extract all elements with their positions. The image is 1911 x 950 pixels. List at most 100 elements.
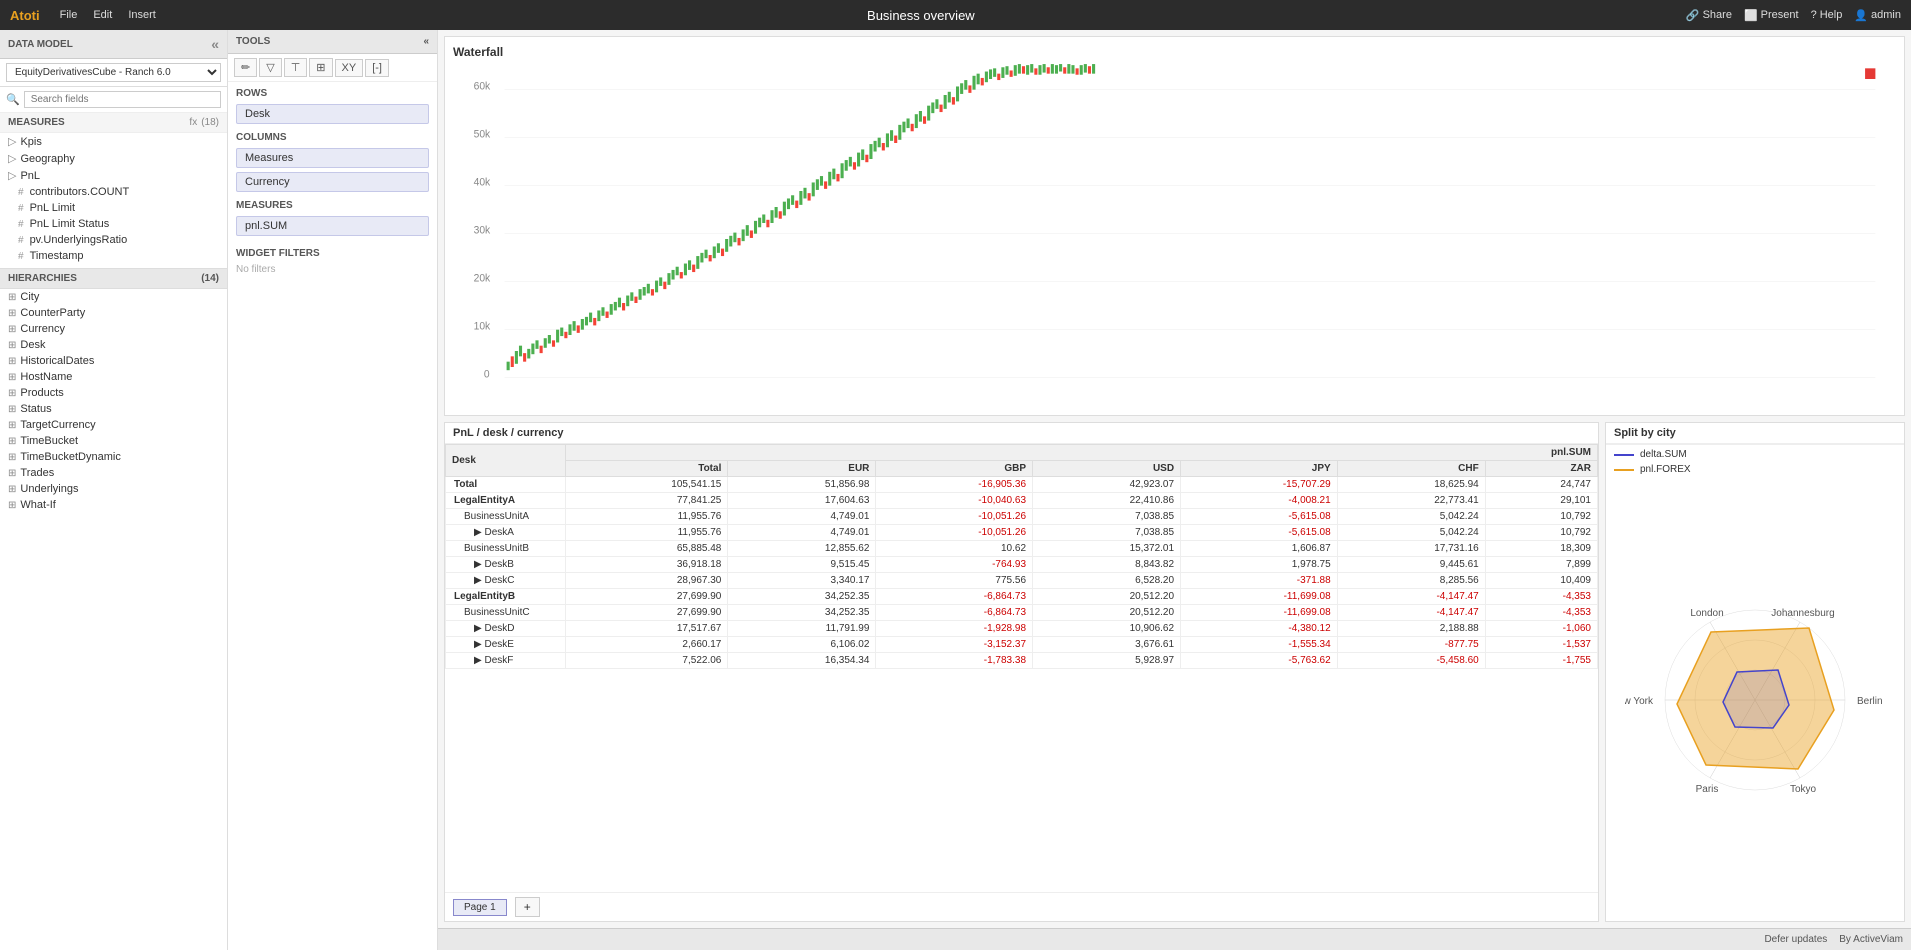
col-chf: CHF <box>1337 461 1485 477</box>
admin-button[interactable]: 👤 admin <box>1854 9 1901 22</box>
funnel-button[interactable]: ⊤ <box>284 58 308 77</box>
table-panel-title: PnL / desk / currency <box>445 423 1598 444</box>
tools-header: Tools « <box>228 30 437 54</box>
hier-counterparty[interactable]: ⊞ CounterParty <box>0 305 227 321</box>
search-input[interactable] <box>24 91 221 108</box>
bottom-panels: PnL / desk / currency Desk pnl.SUM Total… <box>444 422 1905 922</box>
tree-pv-underlyings-ratio[interactable]: # pv.UnderlyingsRatio <box>0 232 227 248</box>
add-page-button[interactable]: + <box>515 897 540 917</box>
main-layout: Data Model « EquityDerivativesCube - Ran… <box>0 30 1911 950</box>
spider-title: Split by city <box>1606 423 1904 444</box>
tree-item-label: Timestamp <box>30 250 84 262</box>
cube-select[interactable]: EquityDerivativesCube - Ranch 6.0 <box>6 63 221 82</box>
col-measures-chip[interactable]: Measures <box>236 148 429 168</box>
hierarchy-icon: ⊞ <box>8 484 16 495</box>
svg-text:10k: 10k <box>474 322 491 333</box>
page-1-tab[interactable]: Page 1 <box>453 899 507 916</box>
hier-desk[interactable]: ⊞ Desk <box>0 337 227 353</box>
defer-updates-button[interactable]: Defer updates <box>1764 934 1827 945</box>
svg-text:Tokyo: Tokyo <box>1790 784 1817 795</box>
svg-text:0: 0 <box>484 370 490 381</box>
tree-pnl-limit[interactable]: # PnL Limit <box>0 200 227 216</box>
svg-text:New York: New York <box>1625 696 1654 707</box>
hier-hostname[interactable]: ⊞ HostName <box>0 369 227 385</box>
hier-products[interactable]: ⊞ Products <box>0 385 227 401</box>
hier-timebucketdynamic[interactable]: ⊞ TimeBucketDynamic <box>0 449 227 465</box>
menu-file[interactable]: File <box>60 9 78 21</box>
waterfall-panel: Waterfall 0 10k 20k 30k 40k 50k 60k <box>444 36 1905 416</box>
tree-item-label: TimeBucket <box>20 435 78 447</box>
waterfall-svg: 0 10k 20k 30k 40k 50k 60k <box>453 63 1896 383</box>
rows-field-chip[interactable]: Desk <box>236 104 429 124</box>
tree-timestamp[interactable]: # Timestamp <box>0 248 227 264</box>
hierarchy-icon: ⊞ <box>8 500 16 511</box>
left-panel: Data Model « EquityDerivativesCube - Ran… <box>0 30 228 950</box>
tree-item-label: pv.UnderlyingsRatio <box>30 234 128 246</box>
fx-label[interactable]: fx <box>189 117 197 128</box>
measure-pnlsum-chip[interactable]: pnl.SUM <box>236 216 429 236</box>
rows-label: Rows <box>228 82 437 102</box>
collapse-left-button[interactable]: « <box>211 36 219 52</box>
measures-tree: ▷ Kpis ▷ Geography ▷ PnL # contributors.… <box>0 133 227 950</box>
col-usd: USD <box>1033 461 1181 477</box>
hier-trades[interactable]: ⊞ Trades <box>0 465 227 481</box>
hier-targetcurrency[interactable]: ⊞ TargetCurrency <box>0 417 227 433</box>
spider-legend: delta.SUM pnl.FOREX <box>1606 444 1904 479</box>
status-bar: Defer updates By ActiveViam <box>438 928 1911 950</box>
pencil-button[interactable]: ✏ <box>234 58 257 77</box>
tree-kpis[interactable]: ▷ Kpis <box>0 133 227 150</box>
tree-contributors-count[interactable]: # contributors.COUNT <box>0 184 227 200</box>
menu-insert[interactable]: Insert <box>128 9 156 21</box>
table-row: ▶ DeskF7,522.0616,354.34-1,783.385,928.9… <box>446 653 1598 669</box>
hierarchy-icon: ⊞ <box>8 388 16 399</box>
measures-section-label: Measures <box>228 194 437 214</box>
spider-svg: London Johannesburg Berlin Tokyo Paris N… <box>1625 575 1885 825</box>
legend-pnl-forex: pnl.FOREX <box>1614 464 1896 475</box>
hier-underlyings[interactable]: ⊞ Underlyings <box>0 481 227 497</box>
col-currency-chip[interactable]: Currency <box>236 172 429 192</box>
svg-text:30k: 30k <box>474 226 491 237</box>
measures-label: Measures <box>8 117 65 128</box>
tree-geography[interactable]: ▷ Geography <box>0 150 227 167</box>
widget-filters-label: Widget filters <box>236 242 429 262</box>
table-button[interactable]: ⊞ <box>309 58 332 77</box>
hierarchy-icon: ⊞ <box>8 340 16 351</box>
tree-item-label: Geography <box>20 153 74 165</box>
hier-historicaldates[interactable]: ⊞ HistoricalDates <box>0 353 227 369</box>
col-field-currency: Currency <box>245 176 420 188</box>
tree-pnl-limit-status[interactable]: # PnL Limit Status <box>0 216 227 232</box>
svg-text:Berlin: Berlin <box>1857 696 1883 707</box>
cube-selector[interactable]: EquityDerivativesCube - Ranch 6.0 <box>0 59 227 87</box>
collapse-tools-button[interactable]: « <box>423 36 429 47</box>
hier-city[interactable]: ⊞ City <box>0 289 227 305</box>
help-button[interactable]: ? Help <box>1811 9 1843 21</box>
hier-whatif[interactable]: ⊞ What-If <box>0 497 227 513</box>
hier-status[interactable]: ⊞ Status <box>0 401 227 417</box>
svg-text:40k: 40k <box>474 178 491 189</box>
table-row: ▶ DeskC28,967.303,340.17775.566,528.20-3… <box>446 573 1598 589</box>
hierarchy-icon: ⊞ <box>8 308 16 319</box>
hier-timebucket[interactable]: ⊞ TimeBucket <box>0 433 227 449</box>
folder-icon: ▷ <box>8 135 16 148</box>
table-wrapper[interactable]: Desk pnl.SUM Total EUR GBP USD JPY CHF Z… <box>445 444 1598 892</box>
minus-button[interactable]: [-] <box>365 59 389 77</box>
tree-item-label: City <box>20 291 39 303</box>
table-row: Total105,541.1551,856.98-16,905.3642,923… <box>446 477 1598 493</box>
col-field-measures: Measures <box>245 152 420 164</box>
present-button[interactable]: ⬜ Present <box>1744 9 1799 22</box>
filter-button[interactable]: ▽ <box>259 58 281 77</box>
xy-button[interactable]: XY <box>335 59 364 77</box>
table-panel: PnL / desk / currency Desk pnl.SUM Total… <box>444 422 1599 922</box>
tree-pnl[interactable]: ▷ PnL <box>0 167 227 184</box>
menu-bar: File Edit Insert <box>60 9 156 21</box>
by-activeviam-label: By ActiveViam <box>1839 934 1903 945</box>
svg-text:60k: 60k <box>474 82 491 93</box>
menu-edit[interactable]: Edit <box>93 9 112 21</box>
hier-currency[interactable]: ⊞ Currency <box>0 321 227 337</box>
legend-pnlforex-label: pnl.FOREX <box>1640 464 1691 475</box>
tree-item-label: Desk <box>20 339 45 351</box>
table-row: LegalEntityB27,699.9034,252.35-6,864.732… <box>446 589 1598 605</box>
col-total: Total <box>566 461 728 477</box>
share-button[interactable]: 🔗 Share <box>1686 9 1732 22</box>
svg-text:50k: 50k <box>474 130 491 141</box>
